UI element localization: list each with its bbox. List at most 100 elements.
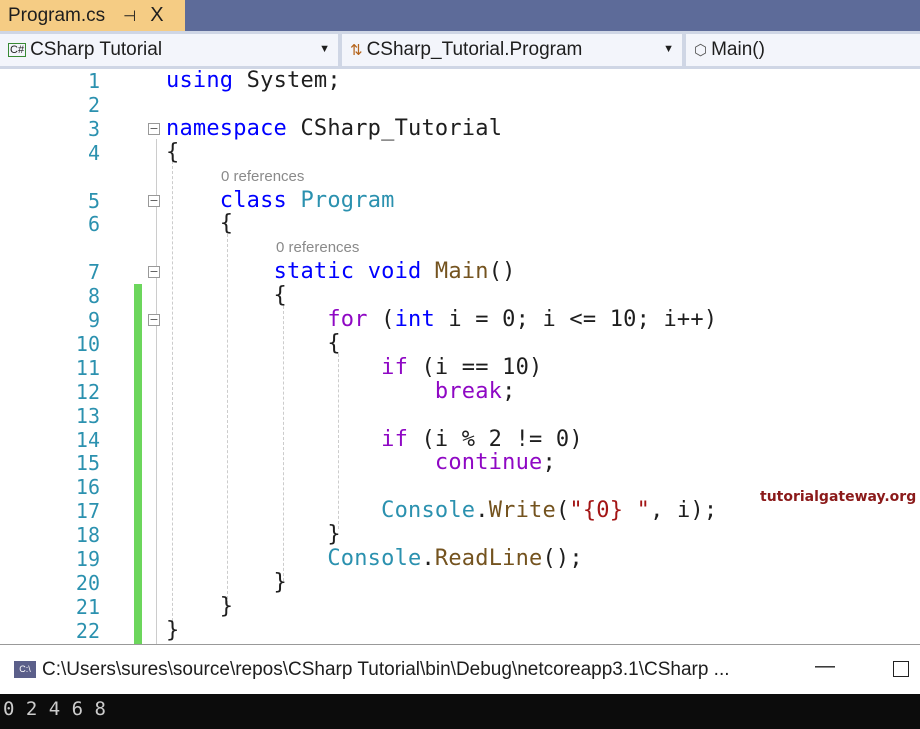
pin-icon[interactable]: ⊣ (123, 7, 136, 25)
code-token: i = 0; i <= 10; i++) (435, 307, 717, 332)
code-text: continue; (166, 451, 556, 475)
code-token (421, 259, 434, 284)
codelens-references: 0 references (0, 165, 920, 189)
code-token: (i == 10) (408, 355, 542, 380)
code-line: 11 if (i == 10) (0, 356, 920, 380)
code-token: Console (327, 546, 421, 571)
code-token: namespace (166, 116, 287, 141)
collapse-icon[interactable]: − (148, 195, 160, 207)
type-dropdown[interactable]: ⇅ CSharp_Tutorial.Program ▼ (342, 34, 682, 66)
code-token (166, 307, 327, 332)
code-line: 6 { (0, 212, 920, 236)
line-number: 20 (40, 571, 100, 595)
code-line: 19 Console.ReadLine(); (0, 547, 920, 571)
code-token: ( (556, 498, 569, 523)
code-text: for (int i = 0; i <= 10; i++) (166, 308, 717, 332)
code-token (166, 546, 327, 571)
chevron-down-icon: ▼ (663, 43, 674, 55)
code-text: { (166, 212, 233, 236)
code-token: static (274, 259, 355, 284)
code-token: System; (233, 69, 341, 93)
code-token: ; (502, 379, 515, 404)
watermark: tutorialgateway.org (760, 489, 916, 505)
references-link[interactable]: 0 references (221, 165, 304, 189)
minimize-button[interactable]: — (815, 655, 835, 678)
navigation-bar: C# CSharp Tutorial ▼ ⇅ CSharp_Tutorial.P… (0, 31, 920, 69)
code-token: Main (435, 259, 489, 284)
project-label: CSharp Tutorial (30, 39, 162, 61)
code-token: CSharp_Tutorial (287, 116, 502, 141)
collapse-icon[interactable]: − (148, 266, 160, 278)
references-link[interactable]: 0 references (276, 236, 359, 260)
code-token: Program (300, 188, 394, 213)
code-token: { (166, 331, 341, 356)
member-label: Main() (711, 39, 765, 61)
code-text: Console.Write("{0} ", i); (166, 499, 717, 523)
code-token: } (166, 522, 341, 547)
code-token: if (381, 355, 408, 380)
code-text: } (166, 619, 179, 643)
tab-program-cs[interactable]: Program.cs ⊣ X (0, 0, 185, 31)
project-dropdown[interactable]: C# CSharp Tutorial ▼ (0, 34, 338, 66)
line-number: 3 (40, 117, 100, 141)
code-text: namespace CSharp_Tutorial (166, 117, 502, 141)
line-number: 22 (40, 619, 100, 643)
code-line: 1 using System; (0, 69, 920, 93)
code-text: break; (166, 380, 516, 404)
type-label: CSharp_Tutorial.Program (367, 39, 583, 61)
console-window: C:\ C:\Users\sures\source\repos\CSharp T… (0, 644, 920, 728)
code-token: , i); (650, 498, 717, 523)
line-number: 13 (40, 404, 100, 428)
chevron-down-icon: ▼ (319, 43, 330, 55)
line-number: 15 (40, 451, 100, 475)
code-token: (); (542, 546, 582, 571)
line-number: 12 (40, 380, 100, 404)
code-token: } (166, 618, 179, 643)
code-text: { (166, 284, 287, 308)
collapse-icon[interactable]: − (148, 123, 160, 135)
collapse-icon[interactable]: − (148, 314, 160, 326)
code-token: { (166, 211, 233, 236)
code-text: using System; (166, 69, 341, 93)
code-token: void (368, 259, 422, 284)
code-token: ; (542, 450, 555, 475)
line-number: 1 (40, 69, 100, 93)
line-number: 14 (40, 428, 100, 452)
code-token: () (489, 259, 516, 284)
console-icon: C:\ (14, 661, 36, 678)
close-icon[interactable]: X (150, 4, 163, 27)
code-token: ReadLine (435, 546, 543, 571)
code-text: } (166, 595, 233, 619)
method-icon: ⬡ (694, 41, 707, 59)
code-line: 5 − class Program (0, 189, 920, 213)
code-token (166, 427, 381, 452)
tab-strip: Program.cs ⊣ X (0, 0, 920, 31)
code-line: 20 } (0, 571, 920, 595)
code-line: 21 } (0, 595, 920, 619)
code-line: 3 −namespace CSharp_Tutorial (0, 117, 920, 141)
class-icon: ⇅ (350, 41, 363, 59)
line-number: 6 (40, 212, 100, 236)
member-dropdown[interactable]: ⬡ Main() (686, 34, 920, 66)
line-number: 11 (40, 356, 100, 380)
line-number: 18 (40, 523, 100, 547)
code-token: Write (489, 498, 556, 523)
code-token: if (381, 427, 408, 452)
line-number: 5 (40, 189, 100, 213)
code-token: (i % 2 != 0) (408, 427, 583, 452)
maximize-button[interactable] (893, 661, 909, 677)
code-token: "{0} " (569, 498, 650, 523)
line-number: 21 (40, 595, 100, 619)
code-line: 14 if (i % 2 != 0) (0, 428, 920, 452)
line-number: 7 (40, 260, 100, 284)
code-text: } (166, 523, 341, 547)
line-number: 9 (40, 308, 100, 332)
console-output: 0 2 4 6 8 (0, 694, 920, 729)
line-number: 2 (40, 93, 100, 117)
code-text: class Program (166, 189, 395, 213)
code-editor[interactable]: 1using System;23−namespace CSharp_Tutori… (0, 69, 920, 644)
code-token (166, 498, 381, 523)
code-text: { (166, 332, 341, 356)
code-text: } (166, 571, 287, 595)
code-line: 2 (0, 93, 920, 117)
